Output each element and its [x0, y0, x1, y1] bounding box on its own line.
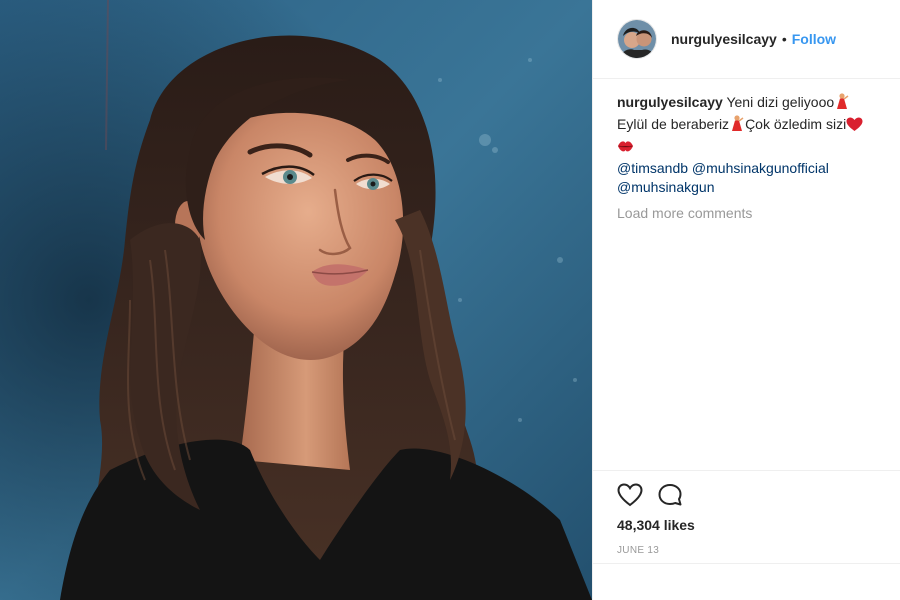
header-username[interactable]: nurgulyesilcayy	[671, 31, 777, 47]
comments-section: nurgulyesilcayy Yeni dizi geliyooo Eylül …	[617, 93, 879, 223]
kiss-emoji-icon	[617, 139, 634, 159]
portrait-image	[0, 0, 592, 600]
mention-link[interactable]: @muhsinakgunofficial	[692, 160, 829, 176]
actions-bar: 48,304 likes JUNE 13	[593, 470, 900, 600]
load-more-comments-link[interactable]: Load more comments	[617, 204, 879, 223]
header-separator: •	[781, 31, 787, 47]
avatar[interactable]	[617, 19, 657, 59]
caption-text-2: Eylül de beraberiz	[617, 116, 730, 132]
divider	[593, 563, 900, 564]
caption-username[interactable]: nurgulyesilcayy	[617, 94, 723, 110]
instagram-post: nurgulyesilcayy • Follow nurgulyesilcayy…	[0, 0, 900, 600]
caption-text-3: Çok özledim sizi	[745, 116, 847, 132]
caption-text-1: Yeni dizi geliyooo	[726, 94, 835, 110]
post-photo[interactable]	[0, 0, 592, 600]
post-header: nurgulyesilcayy • Follow	[593, 0, 900, 79]
dancer-emoji-icon	[834, 93, 850, 115]
likes-count[interactable]: 48,304 likes	[617, 517, 695, 533]
comment-bubble-icon[interactable]	[657, 483, 683, 512]
heart-outline-icon[interactable]	[617, 483, 643, 512]
post-side-panel: nurgulyesilcayy • Follow nurgulyesilcayy…	[592, 0, 900, 600]
follow-button[interactable]: Follow	[792, 31, 836, 47]
dancer-emoji-icon	[729, 115, 745, 137]
profile-photo-icon	[618, 20, 656, 58]
mention-link[interactable]: @muhsinakgun	[617, 179, 715, 195]
caption: nurgulyesilcayy Yeni dizi geliyooo Eylül …	[617, 93, 879, 197]
action-icons	[617, 483, 683, 512]
mention-link[interactable]: @timsandb	[617, 160, 688, 176]
heart-emoji-icon	[846, 117, 863, 137]
post-date: JUNE 13	[617, 545, 660, 556]
